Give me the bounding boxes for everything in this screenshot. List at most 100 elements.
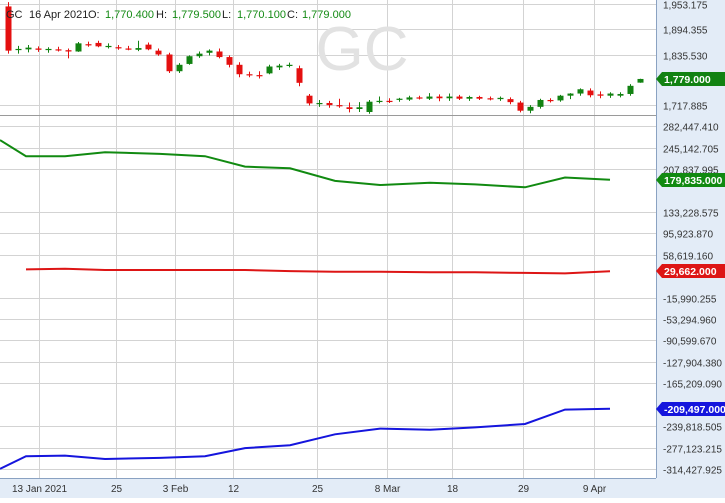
header-open-label: O: [88, 9, 100, 21]
candle-body [296, 68, 303, 83]
cot-last-label-3: -209,497.000 [656, 402, 725, 416]
candle-body [537, 99, 544, 107]
x-tick-label: 12 [228, 484, 240, 495]
header-high-value: 1,779.500 [172, 9, 221, 21]
candle [306, 93, 313, 106]
candle [125, 45, 132, 51]
y-tick-label: 1,894.355 [663, 26, 708, 37]
header-close-label: C: [287, 9, 298, 21]
candle [517, 100, 524, 113]
candle-body [85, 44, 92, 46]
cot-series-line-3 [0, 407, 611, 470]
candle [75, 42, 82, 52]
candle-body [286, 64, 293, 66]
candle-body [406, 97, 413, 100]
candle [637, 78, 644, 83]
y-tick-label: 1,953.175 [663, 1, 708, 12]
candle-body [507, 99, 514, 103]
time-axis-background [0, 478, 656, 498]
y-tick-label: -165,209.090 [663, 380, 722, 391]
candle-body [35, 48, 42, 50]
chart-canvas[interactable]: GC 1,953.175 1,894.355 1,835.530 1,717.885 2… [0, 0, 725, 498]
candle [396, 97, 403, 102]
candle-body [386, 100, 393, 103]
candle [226, 55, 233, 68]
x-tick-label: 13 Jan 2021 [12, 484, 67, 495]
candle-body [356, 107, 363, 109]
chart-root: GC 1,953.175 1,894.355 1,835.530 1,717.885 2… [0, 0, 725, 498]
candle-body [456, 96, 463, 99]
candle [426, 93, 433, 100]
candle-body [567, 93, 574, 96]
candle [206, 49, 213, 56]
candle [15, 45, 22, 54]
y-tick-label: -53,294.960 [663, 316, 717, 327]
candle [466, 95, 473, 101]
candle [336, 98, 343, 108]
watermark-text: GC [316, 15, 409, 84]
x-tick-label: 18 [447, 484, 459, 495]
candle-body [115, 47, 122, 49]
candle [497, 96, 504, 101]
candle-body [15, 48, 22, 51]
y-tick-label: -277,123.215 [663, 445, 722, 456]
candle-body [436, 96, 443, 99]
candle-body [236, 64, 243, 75]
candle [266, 64, 273, 75]
candle [547, 98, 554, 103]
candle-body [366, 101, 373, 112]
candle-body [125, 48, 132, 50]
candle-body [216, 51, 223, 58]
y-tick-label: -314,427.925 [663, 466, 722, 477]
candle [436, 94, 443, 102]
y-tick-label: 133,228.575 [663, 209, 719, 220]
x-tick-label: 3 Feb [163, 484, 189, 495]
candle-body [316, 102, 323, 105]
candle-body [466, 96, 473, 99]
candle-body [75, 43, 82, 52]
candle-body [45, 48, 52, 51]
ohlc-header: GC 16 Apr 2021 O: 1,770.400 H: 1,779.500… [6, 9, 351, 21]
candle [356, 102, 363, 112]
candle-body [206, 50, 213, 53]
candle [55, 46, 62, 52]
candle-body [65, 50, 72, 52]
candle [376, 96, 383, 104]
candle [35, 46, 42, 52]
candle [527, 105, 534, 114]
candle-body [266, 66, 273, 74]
candle [537, 98, 544, 109]
header-date: 16 Apr 2021 [29, 9, 88, 21]
price-last-label-text: 1,779.000 [664, 74, 711, 86]
candle-body [306, 95, 313, 104]
candle [607, 92, 614, 98]
price-last-label: 1,779.000 [656, 72, 725, 86]
cot-last-label-3-text: -209,497.000 [664, 404, 725, 416]
candle-body [637, 78, 644, 83]
cot-last-label-1-text: 179,835.000 [664, 175, 723, 187]
candle-body [607, 93, 614, 96]
x-tick-label: 25 [111, 484, 123, 495]
candle-body [186, 56, 193, 64]
y-tick-label: -90,599.670 [663, 337, 717, 348]
header-symbol: GC [6, 9, 23, 21]
candle-body [476, 96, 483, 99]
x-tick-label: 25 [312, 484, 324, 495]
candle [587, 88, 594, 98]
x-tick-label: 9 Apr [583, 484, 607, 495]
x-tick-label: 8 Mar [375, 484, 401, 495]
candle [507, 97, 514, 105]
y-tick-label: 95,923.870 [663, 230, 713, 241]
candle [366, 99, 373, 114]
x-tick-label: 29 [518, 484, 530, 495]
candle [627, 84, 634, 96]
candle-body [145, 44, 152, 50]
candle [346, 102, 353, 113]
candle-body [487, 98, 494, 100]
candle-body [336, 105, 343, 107]
candle-body [597, 94, 604, 96]
candle [25, 45, 32, 53]
candle-body [105, 45, 112, 48]
y-tick-label: 245,142.705 [663, 145, 719, 156]
cot-last-label-2: 29,662.000 [656, 264, 725, 278]
